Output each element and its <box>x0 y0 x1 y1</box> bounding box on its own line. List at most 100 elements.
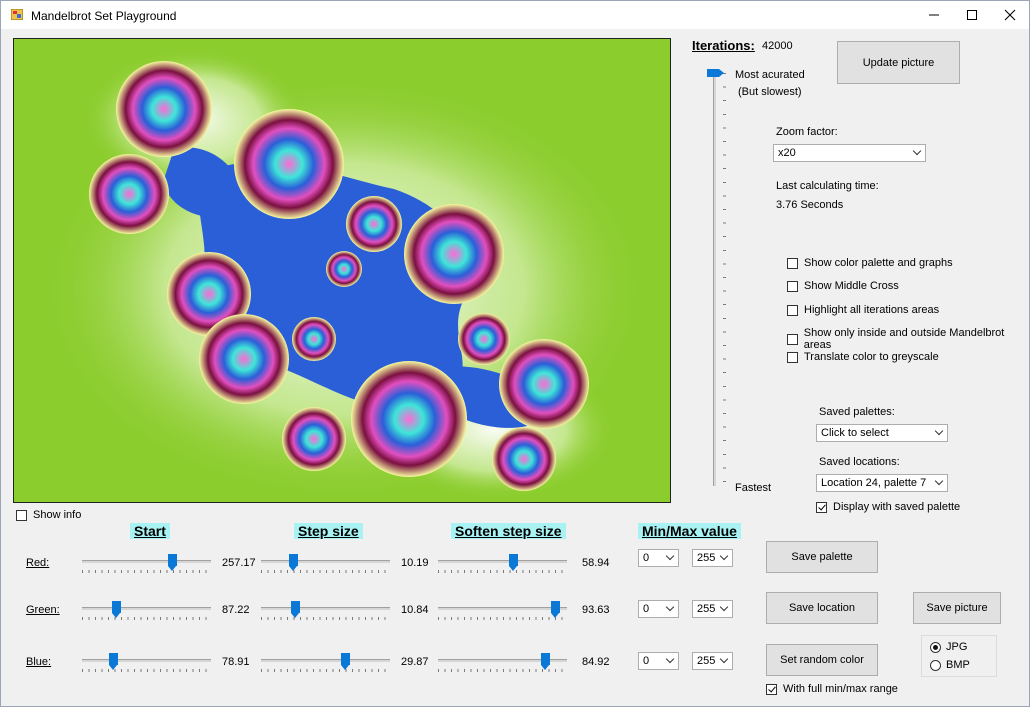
slider-track <box>261 607 390 610</box>
window-title: Mandelbrot Set Playground <box>31 9 177 23</box>
zoom-factor-value: x20 <box>778 147 796 159</box>
red-start-slider[interactable] <box>82 554 211 578</box>
option-color-palette[interactable]: Show color palette and graphs <box>787 257 953 269</box>
slider-ticks <box>82 669 211 672</box>
red-step-thumb[interactable] <box>289 554 299 571</box>
zoom-factor-select[interactable]: x20 <box>773 144 926 162</box>
blue-min-select[interactable]: 0 <box>638 652 679 670</box>
save-location-button[interactable]: Save location <box>766 592 878 624</box>
blue-soften-value: 84.92 <box>582 656 610 668</box>
jpg-radio-circle[interactable] <box>930 641 941 653</box>
option-middle-cross-label: Show Middle Cross <box>804 280 899 292</box>
red-start-thumb[interactable] <box>168 554 178 571</box>
blue-start-value: 78.91 <box>222 656 250 668</box>
calc-time-label: Last calculating time: <box>776 180 879 192</box>
fractal-picture[interactable] <box>13 38 671 503</box>
full-range-box[interactable] <box>766 683 777 695</box>
app-icon <box>11 9 23 20</box>
green-soften-slider[interactable] <box>438 601 567 625</box>
full-range-checkbox[interactable]: With full min/max range <box>766 683 898 695</box>
red-step-slider[interactable] <box>261 554 390 578</box>
slider-ticks <box>82 570 211 573</box>
iterations-value: 42000 <box>762 40 793 52</box>
chevron-down-icon <box>719 551 729 561</box>
saved-locations-select[interactable]: Location 24, palette 7 <box>816 474 948 492</box>
iterations-label: Iterations: <box>692 38 755 53</box>
chevron-down-icon <box>719 602 729 612</box>
save-picture-button[interactable]: Save picture <box>913 592 1001 624</box>
jpg-label: JPG <box>946 641 968 653</box>
saved-locations-label: Saved locations: <box>819 456 900 468</box>
slider-track <box>82 607 211 610</box>
update-picture-button[interactable]: Update picture <box>837 41 960 84</box>
option-greyscale-label: Translate color to greyscale <box>804 351 939 363</box>
option-inside-outside[interactable]: Show only inside and outside Mandelbrot … <box>787 327 1029 351</box>
format-jpg-radio[interactable]: JPG <box>930 641 967 653</box>
green-soften-value: 93.63 <box>582 604 610 616</box>
blue-soften-slider[interactable] <box>438 653 567 677</box>
red-soften-value: 58.94 <box>582 557 610 569</box>
chevron-down-icon <box>912 146 922 156</box>
slider-ticks <box>261 669 390 672</box>
maximize-icon <box>967 10 977 20</box>
green-start-thumb[interactable] <box>111 601 121 618</box>
maximize-button[interactable] <box>953 1 991 29</box>
option-middle-cross-box[interactable] <box>787 280 798 292</box>
red-min-value: 0 <box>643 552 650 564</box>
display-saved-palette-box[interactable] <box>816 501 827 513</box>
red-step-value: 10.19 <box>401 557 429 569</box>
slider-track <box>261 659 390 662</box>
display-saved-palette-label: Display with saved palette <box>833 501 961 513</box>
option-greyscale-box[interactable] <box>787 351 798 363</box>
option-highlight-iterations-box[interactable] <box>787 304 798 316</box>
random-color-button[interactable]: Set random color <box>766 644 878 676</box>
green-min-select[interactable]: 0 <box>638 600 679 618</box>
close-button[interactable] <box>991 1 1029 29</box>
red-label: Red: <box>26 557 50 569</box>
blue-step-slider[interactable] <box>261 653 390 677</box>
format-bmp-radio[interactable]: BMP <box>930 659 970 671</box>
green-max-select[interactable]: 255 <box>692 600 733 618</box>
blue-soften-thumb[interactable] <box>541 653 551 670</box>
red-max-value: 255 <box>697 552 716 564</box>
blue-start-slider[interactable] <box>82 653 211 677</box>
chevron-down-icon <box>934 476 944 486</box>
bmp-radio-circle[interactable] <box>930 659 941 671</box>
saved-palettes-select[interactable]: Click to select <box>816 424 948 442</box>
blue-start-thumb[interactable] <box>108 653 118 670</box>
option-highlight-iterations[interactable]: Highlight all iterations areas <box>787 304 939 316</box>
red-soften-thumb[interactable] <box>508 554 518 571</box>
green-step-thumb[interactable] <box>290 601 300 618</box>
option-inside-outside-box[interactable] <box>787 333 798 345</box>
save-palette-button[interactable]: Save palette <box>766 541 878 573</box>
green-start-value: 87.22 <box>222 604 250 616</box>
option-middle-cross[interactable]: Show Middle Cross <box>787 280 899 292</box>
fractal-image <box>14 39 670 502</box>
show-info-box[interactable] <box>16 509 27 521</box>
slider-track <box>82 560 211 563</box>
green-start-slider[interactable] <box>82 601 211 625</box>
blue-step-value: 29.87 <box>401 656 429 668</box>
iterations-slider[interactable] <box>707 63 737 493</box>
blue-max-select[interactable]: 255 <box>692 652 733 670</box>
red-soften-slider[interactable] <box>438 554 567 578</box>
option-color-palette-box[interactable] <box>787 257 798 269</box>
red-min-select[interactable]: 0 <box>638 549 679 567</box>
green-step-slider[interactable] <box>261 601 390 625</box>
iterations-slider-thumb[interactable] <box>707 69 724 77</box>
slider-track <box>82 659 211 662</box>
blue-step-thumb[interactable] <box>340 653 350 670</box>
minimize-button[interactable] <box>915 1 953 29</box>
saved-palettes-value: Click to select <box>821 427 889 439</box>
show-info-checkbox[interactable]: Show info <box>16 509 81 521</box>
blue-max-value: 255 <box>697 655 716 667</box>
option-greyscale[interactable]: Translate color to greyscale <box>787 351 939 363</box>
slider-ticks <box>438 570 567 573</box>
header-start: Start <box>130 523 170 539</box>
saved-palettes-label: Saved palettes: <box>819 406 895 418</box>
red-max-select[interactable]: 255 <box>692 549 733 567</box>
green-soften-thumb[interactable] <box>551 601 561 618</box>
display-saved-palette-checkbox[interactable]: Display with saved palette <box>816 501 960 513</box>
slowest-label: (But slowest) <box>738 86 802 98</box>
blue-label: Blue: <box>26 656 52 668</box>
